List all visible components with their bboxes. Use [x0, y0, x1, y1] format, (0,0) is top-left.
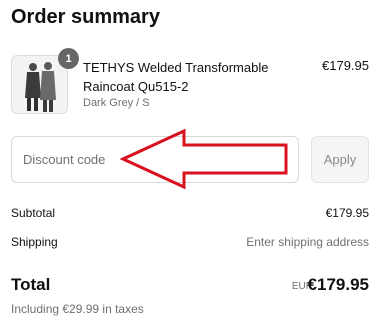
shipping-value: Enter shipping address: [246, 235, 369, 249]
line-item: 1 TETHYS Welded Transformable Raincoat Q…: [11, 48, 369, 115]
total-value: €179.95: [307, 275, 369, 294]
arrow-left-icon: [120, 128, 288, 190]
shipping-label: Shipping: [11, 235, 58, 249]
quantity-badge: 1: [58, 48, 79, 69]
total-label: Total: [11, 275, 51, 294]
product-name: TETHYS Welded Transformable Raincoat Qu5…: [83, 60, 269, 94]
order-summary-title: Order summary: [11, 6, 160, 28]
apply-discount-button[interactable]: Apply: [311, 136, 369, 183]
product-price: €179.95: [322, 58, 369, 73]
subtotal-label: Subtotal: [11, 206, 56, 220]
subtotal-value: €179.95: [325, 206, 369, 220]
taxes-note: Including €29.99 in taxes: [11, 302, 144, 316]
product-variant: Dark Grey / S: [83, 97, 150, 109]
